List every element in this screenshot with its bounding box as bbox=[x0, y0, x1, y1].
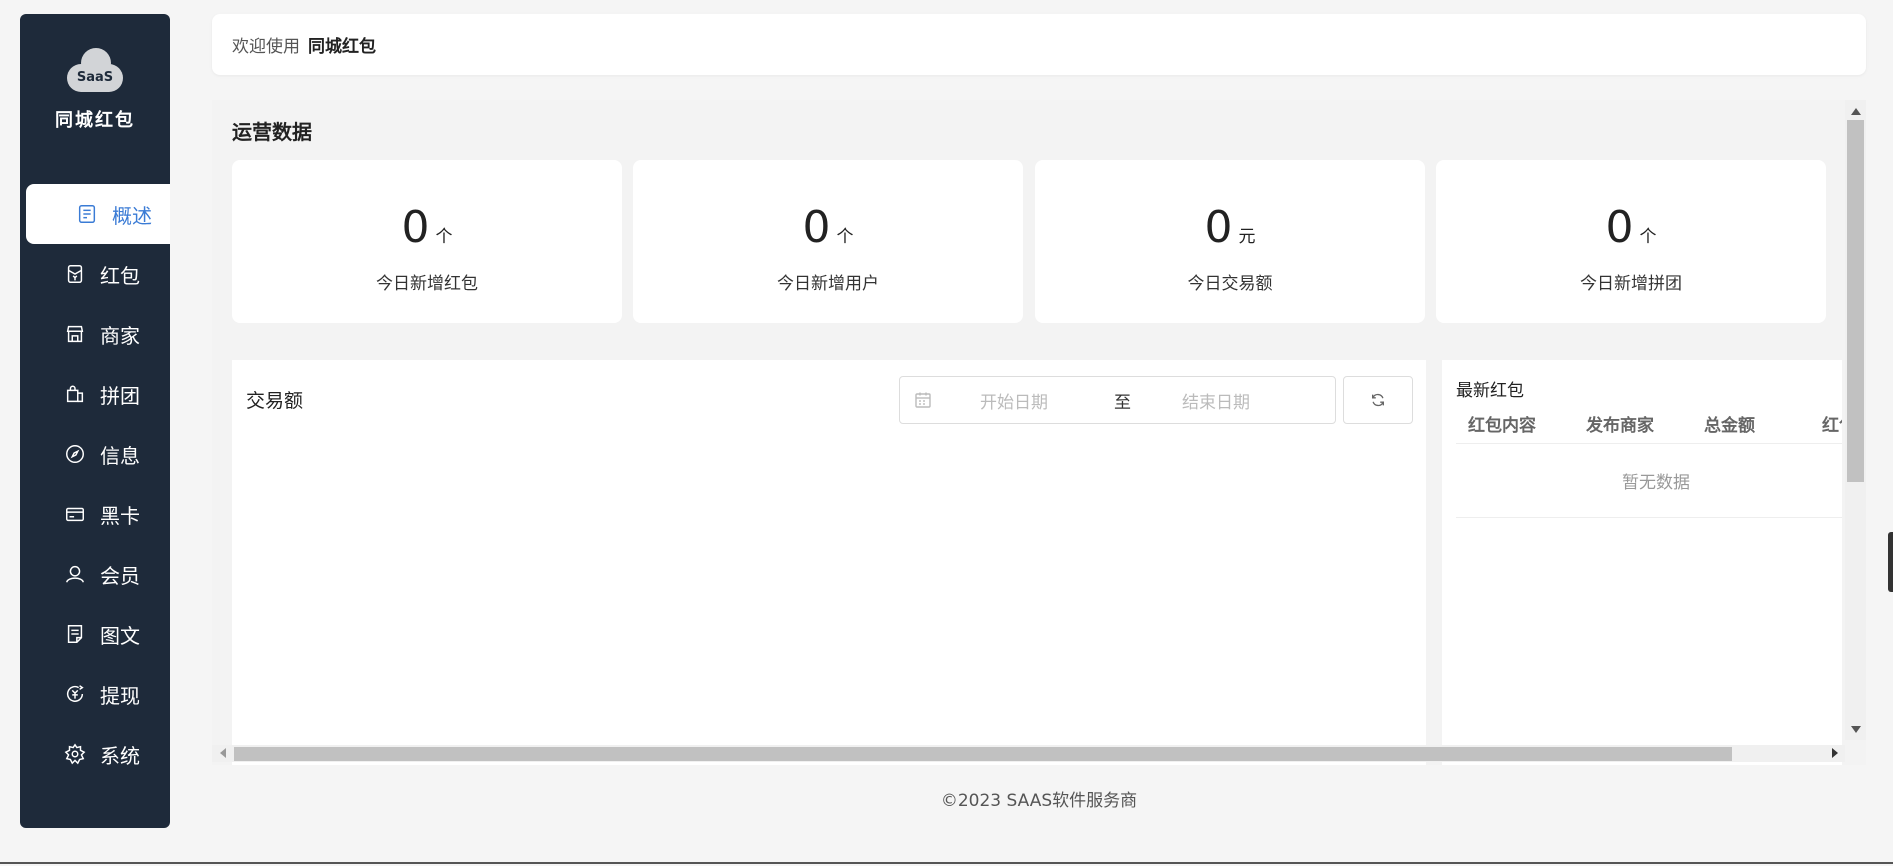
stat-value: 0 bbox=[802, 202, 831, 253]
sidebar-item-store[interactable]: 商家 bbox=[26, 304, 170, 364]
refresh-button[interactable] bbox=[1343, 376, 1413, 424]
sidebar-item-label: 提现 bbox=[100, 683, 140, 708]
stat-value: 0 bbox=[1204, 202, 1233, 253]
sidebar-item-article[interactable]: 图文 bbox=[26, 604, 170, 664]
section-title: 运营数据 bbox=[232, 120, 312, 144]
table-title: 最新红包 bbox=[1456, 381, 1524, 401]
column-header: 红包 bbox=[1822, 416, 1842, 436]
document-icon bbox=[64, 623, 86, 645]
stat-label: 今日新增拼团 bbox=[1580, 274, 1682, 294]
column-header: 总金额 bbox=[1704, 416, 1755, 436]
sidebar-item-label: 图文 bbox=[100, 623, 140, 648]
footer-copyright: ©2023 SAAS软件服务商 bbox=[940, 791, 1138, 811]
stat-value: 0 bbox=[401, 202, 430, 253]
main-content: 运营数据 0个 今日新增红包 0个 今日新增用户 0元 今日交易额 0个 今日新… bbox=[212, 100, 1866, 765]
header-bar: 欢迎使用 同城红包 bbox=[212, 14, 1866, 75]
sidebar-item-label: 信息 bbox=[100, 443, 140, 468]
latest-packets-panel: 最新红包 红包内容 发布商家 总金额 红包 暂无数据 bbox=[1442, 360, 1842, 765]
scroll-down-icon[interactable] bbox=[1851, 726, 1861, 733]
cloud-logo-icon: SaaS bbox=[63, 48, 127, 94]
scroll-left-icon[interactable] bbox=[220, 748, 226, 758]
shopping-bag-icon bbox=[64, 383, 86, 405]
sidebar-item-label: 会员 bbox=[100, 563, 140, 588]
date-separator: 至 bbox=[1114, 392, 1131, 413]
stat-unit: 个 bbox=[435, 227, 453, 247]
stat-unit: 个 bbox=[1639, 227, 1657, 247]
brand-name: 同城红包 bbox=[55, 110, 135, 131]
vertical-scrollbar[interactable] bbox=[1845, 100, 1866, 740]
sidebar-item-label: 红包 bbox=[100, 263, 140, 288]
logo: SaaS 同城红包 bbox=[20, 48, 170, 132]
sidebar-item-info[interactable]: 信息 bbox=[26, 424, 170, 484]
column-header: 发布商家 bbox=[1586, 416, 1654, 436]
date-range-picker[interactable]: 开始日期 至 结束日期 bbox=[899, 376, 1336, 424]
horizontal-scroll-thumb[interactable] bbox=[234, 747, 1732, 761]
column-header: 红包内容 bbox=[1468, 416, 1536, 436]
stat-label: 今日新增红包 bbox=[376, 274, 478, 294]
vertical-scroll-thumb[interactable] bbox=[1847, 120, 1864, 482]
sidebar-item-label: 概述 bbox=[112, 203, 152, 228]
withdraw-icon bbox=[64, 683, 86, 705]
card-icon bbox=[64, 503, 86, 525]
stat-card-new-groups: 0个 今日新增拼团 bbox=[1436, 160, 1826, 323]
compass-icon bbox=[64, 443, 86, 465]
sidebar-item-label: 商家 bbox=[100, 323, 140, 348]
stat-label: 今日新增用户 bbox=[777, 274, 879, 294]
table-header: 红包内容 发布商家 总金额 红包 bbox=[1456, 404, 1842, 444]
sidebar-item-red-packet[interactable]: 红包 bbox=[26, 244, 170, 304]
start-date-input[interactable]: 开始日期 bbox=[980, 388, 1100, 413]
header-app-name: 同城红包 bbox=[308, 37, 376, 57]
end-date-input[interactable]: 结束日期 bbox=[1182, 388, 1312, 413]
sidebar-item-group-buy[interactable]: 拼团 bbox=[26, 364, 170, 424]
stat-unit: 元 bbox=[1238, 227, 1256, 247]
red-packet-icon bbox=[64, 263, 86, 285]
horizontal-scrollbar[interactable] bbox=[212, 745, 1845, 762]
stat-value: 0 bbox=[1605, 202, 1634, 253]
stat-card-transactions: 0元 今日交易额 bbox=[1035, 160, 1425, 323]
sidebar-item-withdraw[interactable]: 提现 bbox=[26, 664, 170, 724]
welcome-text: 欢迎使用 bbox=[232, 37, 300, 57]
sidebar-nav: 概述 红包 商家 拼团 信息 黑卡 会员 图文 提现 系统 bbox=[26, 184, 170, 784]
sidebar-item-black-card[interactable]: 黑卡 bbox=[26, 484, 170, 544]
refresh-icon bbox=[1372, 393, 1384, 407]
stat-card-new-packets: 0个 今日新增红包 bbox=[232, 160, 622, 323]
scroll-up-icon[interactable] bbox=[1851, 108, 1861, 115]
sidebar-item-system[interactable]: 系统 bbox=[26, 724, 170, 784]
stat-card-new-users: 0个 今日新增用户 bbox=[633, 160, 1023, 323]
sidebar-item-label: 黑卡 bbox=[100, 503, 140, 528]
transaction-chart-panel: 交易额 开始日期 至 结束日期 bbox=[232, 360, 1426, 765]
sidebar-item-label: 拼团 bbox=[100, 383, 140, 408]
sidebar-item-overview[interactable]: 概述 bbox=[26, 184, 170, 244]
gear-icon bbox=[64, 743, 86, 765]
stat-label: 今日交易额 bbox=[1187, 274, 1273, 294]
chart-title: 交易额 bbox=[246, 390, 304, 412]
bottom-divider bbox=[0, 862, 1893, 864]
store-icon bbox=[64, 323, 86, 345]
user-icon bbox=[64, 563, 86, 585]
sidebar-item-label: 系统 bbox=[100, 743, 140, 768]
scroll-right-icon[interactable] bbox=[1832, 748, 1838, 758]
sidebar: SaaS 同城红包 概述 红包 商家 拼团 信息 黑卡 会员 图文 提现 系统 bbox=[20, 14, 170, 828]
calendar-icon bbox=[914, 391, 932, 409]
sidebar-item-member[interactable]: 会员 bbox=[26, 544, 170, 604]
logo-text: SaaS bbox=[76, 70, 114, 85]
empty-state: 暂无数据 bbox=[1456, 444, 1842, 518]
overview-icon bbox=[76, 203, 98, 225]
edge-handle[interactable] bbox=[1888, 532, 1893, 592]
stat-unit: 个 bbox=[836, 227, 854, 247]
